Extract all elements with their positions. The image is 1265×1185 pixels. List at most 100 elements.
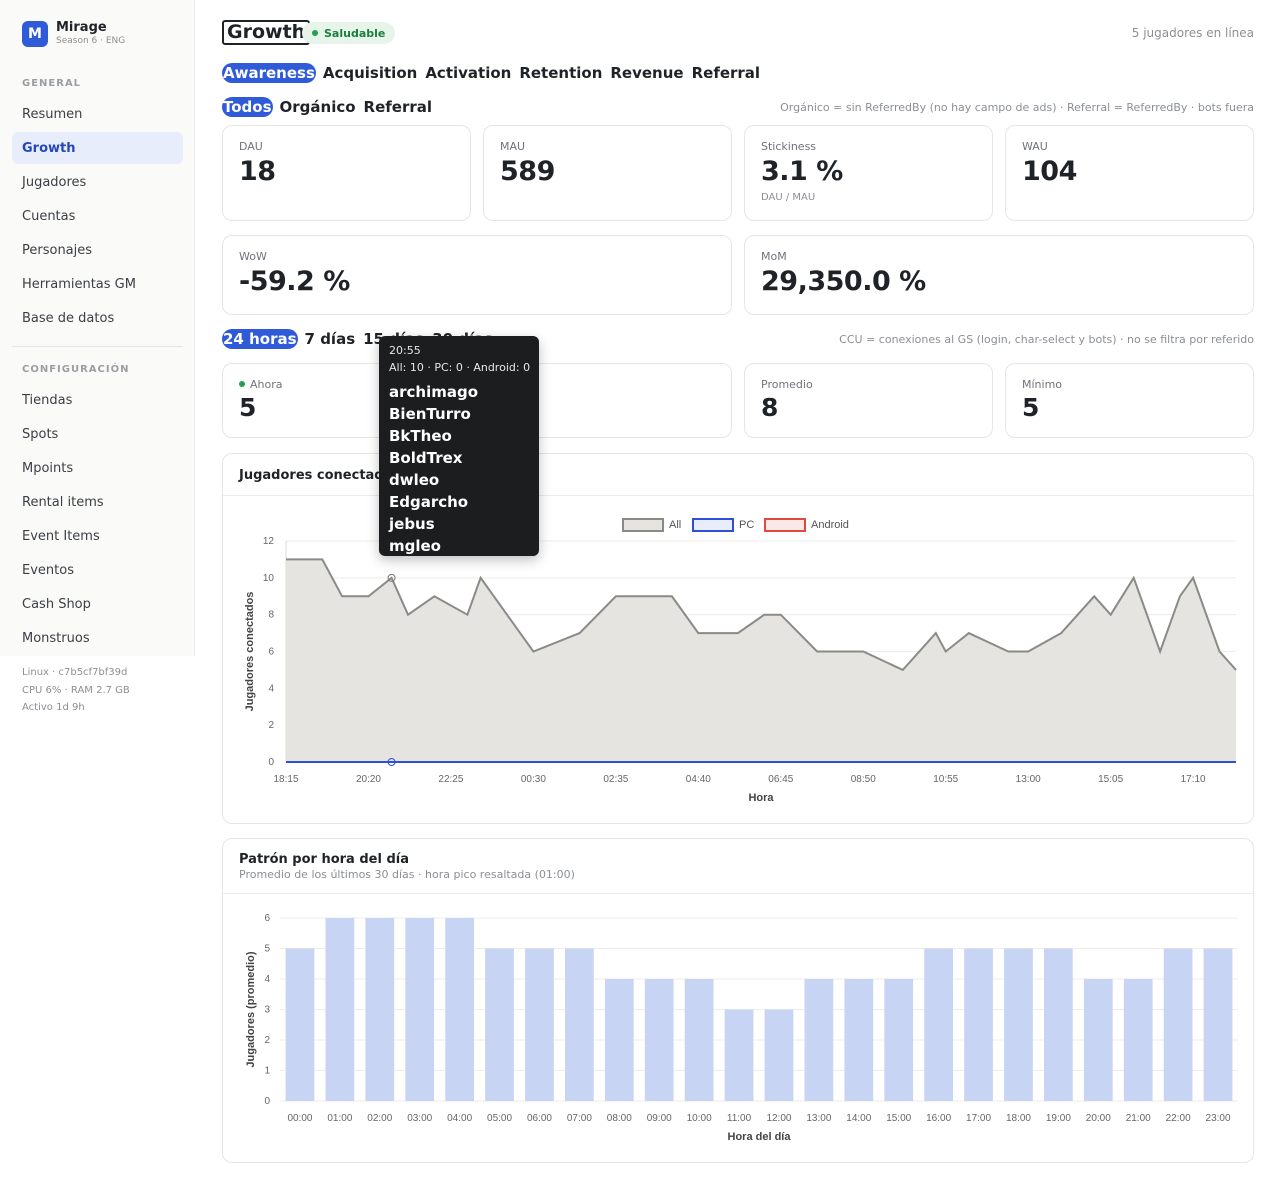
x-tick-label: 04:00: [447, 1113, 472, 1124]
bar: [844, 979, 874, 1101]
tab-acquisition[interactable]: Acquisition: [322, 63, 418, 83]
system-uptime: Activo 1d 9h: [22, 702, 85, 713]
legend-label: All: [669, 519, 681, 531]
tooltip-player: Edgarcho: [389, 493, 469, 511]
sidebar-item-personajes[interactable]: Personajes: [12, 234, 183, 266]
x-tick-label: 08:50: [851, 774, 876, 785]
y-tick-label: 8: [268, 610, 274, 621]
bar: [565, 948, 594, 1101]
nav-divider: [12, 346, 183, 347]
hourly-bar-chart[interactable]: 0 1 2 3 4 5 6 00:00 01:00 02:00 03:00 04:00 05:00 06:…: [223, 839, 1253, 1162]
x-tick-label: 15:05: [1098, 774, 1123, 785]
source-note: Orgánico = sin ReferredBy (no hay campo …: [780, 101, 1254, 114]
sidebar-item-spots[interactable]: Spots: [12, 418, 183, 450]
x-tick-label: 10:00: [687, 1113, 712, 1124]
funnel-tabs: Awareness Acquisition Activation Retenti…: [222, 63, 767, 83]
y-tick-label: 12: [263, 536, 275, 547]
brand-logo: M: [22, 20, 48, 47]
x-tick-label: 02:35: [603, 774, 628, 785]
x-tick-label: 07:00: [567, 1113, 592, 1124]
x-tick-label: 04:40: [686, 774, 711, 785]
legend-label: Android: [811, 519, 849, 531]
nav-section-general: GENERAL: [22, 78, 82, 89]
filter-organico[interactable]: Orgánico: [279, 97, 357, 117]
tooltip-player: BienTurro: [389, 405, 471, 423]
sidebar-item-rental-items[interactable]: Rental items: [12, 486, 183, 518]
ccu-chart-card: Jugadores conectados 0 2 4 6 8 10 12 18:15 20:20…: [222, 453, 1254, 824]
bar: [724, 1009, 754, 1101]
y-axis-label: Jugadores (promedio): [245, 951, 257, 1067]
sidebar-item-base-de-datos[interactable]: Base de datos: [12, 302, 183, 334]
x-tick-label: 20:20: [356, 774, 381, 785]
ccu-avg-card: Promedio 8: [744, 363, 993, 438]
x-tick-label: 00:00: [287, 1113, 312, 1124]
ccu-min-value: 5: [1022, 393, 1039, 422]
x-tick-label: 14:00: [846, 1113, 871, 1124]
legend-label: PC: [739, 519, 754, 531]
kpi-value: 104: [1022, 156, 1077, 187]
ccu-now-value: 5: [239, 393, 256, 422]
filter-todos[interactable]: Todos: [222, 97, 273, 117]
bar: [405, 918, 435, 1101]
tab-activation[interactable]: Activation: [424, 63, 512, 83]
y-tick-label: 4: [268, 683, 274, 694]
y-tick-label: 1: [264, 1066, 270, 1077]
x-tick-label: 02:00: [367, 1113, 392, 1124]
sidebar-item-herramientas-gm[interactable]: Herramientas GM: [12, 268, 183, 300]
bar: [1044, 948, 1073, 1101]
tab-awareness[interactable]: Awareness: [222, 63, 316, 83]
kpi-label: WoW: [239, 250, 267, 263]
x-tick-label: 05:00: [487, 1113, 512, 1124]
x-tick-label: 21:00: [1126, 1113, 1151, 1124]
sidebar-item-monstruos[interactable]: Monstruos: [12, 622, 183, 654]
kpi-sub: DAU / MAU: [761, 192, 816, 203]
chart-tooltip: 20:55 All: 10 · PC: 0 · Android: 0 archi…: [379, 336, 539, 556]
sidebar-item-eventos[interactable]: Eventos: [12, 554, 183, 586]
online-players: 5 jugadores en línea: [1131, 26, 1254, 40]
tab-retention[interactable]: Retention: [518, 63, 603, 83]
x-tick-label: 22:25: [438, 774, 463, 785]
tab-referral[interactable]: Referral: [691, 63, 761, 83]
x-tick-label: 22:00: [1166, 1113, 1191, 1124]
sidebar-item-resumen[interactable]: Resumen: [12, 98, 183, 130]
kpi-stickiness-card: Stickiness 3.1 % DAU / MAU: [744, 125, 993, 221]
filter-referral[interactable]: Referral: [363, 97, 433, 117]
kpi-value: 589: [500, 156, 555, 187]
legend-swatch-all: [622, 518, 664, 532]
sidebar-item-tiendas[interactable]: Tiendas: [12, 384, 183, 416]
main-content: Growth Saludable 5 jugadores en línea Aw…: [222, 0, 1254, 1185]
bar: [884, 979, 914, 1101]
range-24h[interactable]: 24 horas: [222, 329, 298, 349]
bar: [1163, 948, 1193, 1101]
bar: [644, 979, 674, 1101]
tooltip-counts: All: 10 · PC: 0 · Android: 0: [389, 361, 531, 374]
sidebar-item-event-items[interactable]: Event Items: [12, 520, 183, 552]
y-tick-label: 0: [268, 757, 274, 768]
tooltip-player: BkTheo: [389, 427, 452, 445]
kpi-label: MoM: [761, 250, 787, 263]
sidebar-item-cuentas[interactable]: Cuentas: [12, 200, 183, 232]
kpi-wow-card: WoW -59.2 %: [222, 235, 732, 315]
sidebar-item-cash-shop[interactable]: Cash Shop: [12, 588, 183, 620]
x-tick-label: 12:00: [766, 1113, 791, 1124]
x-tick-label: 18:15: [273, 774, 298, 785]
brand[interactable]: M Mirage Season 6 · ENG: [22, 20, 125, 47]
y-tick-label: 4: [264, 974, 270, 985]
tooltip-player: archimago: [389, 383, 479, 401]
bar: [365, 918, 395, 1101]
y-axis-label: Jugadores conectados: [244, 592, 256, 712]
x-axis-label: Hora: [748, 792, 774, 804]
bar: [1203, 948, 1233, 1101]
sidebar-item-growth[interactable]: Growth: [12, 132, 183, 164]
system-info: Linux · c7b5cf7bf39d CPU 6% · RAM 2.7 GB…: [22, 664, 130, 717]
y-tick-label: 3: [264, 1005, 270, 1016]
x-tick-label: 13:00: [1016, 774, 1041, 785]
series-all-area: [286, 559, 1236, 762]
ccu-line-chart[interactable]: 0 2 4 6 8 10 12 18:15 20:20 22:25 00:30 02:35 04:40 0…: [223, 454, 1253, 823]
kpi-label: WAU: [1022, 140, 1048, 153]
range-7d[interactable]: 7 días: [304, 329, 357, 349]
sidebar-item-jugadores[interactable]: Jugadores: [12, 166, 183, 198]
tab-revenue[interactable]: Revenue: [609, 63, 684, 83]
sidebar-item-mpoints[interactable]: Mpoints: [12, 452, 183, 484]
ccu-min-label: Mínimo: [1022, 378, 1063, 391]
